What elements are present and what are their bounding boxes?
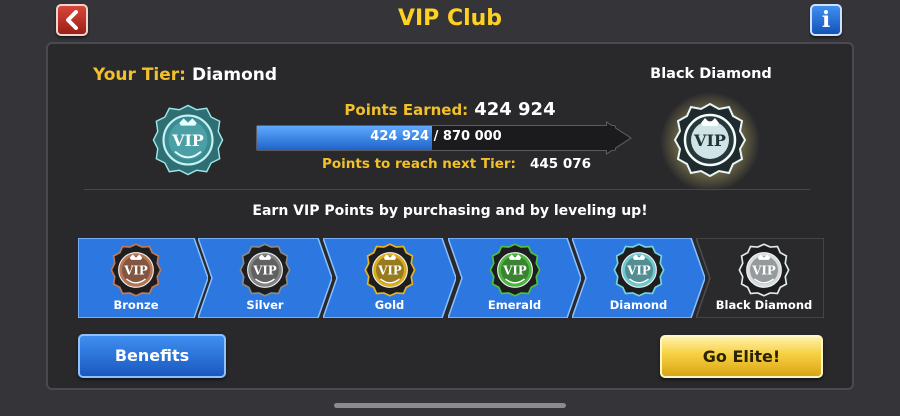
your-tier: Your Tier: Diamond (93, 65, 277, 85)
tier-badge-text: VIP (377, 263, 402, 277)
tier-label: Gold (374, 298, 405, 312)
progress-text: 424 924 / 870 000 (256, 129, 616, 144)
your-tier-label: Your Tier: (93, 65, 186, 85)
tier-label: Silver (246, 298, 284, 312)
tier-badge-text: VIP (502, 263, 527, 277)
points-earned-value: 424 924 (474, 99, 556, 120)
tier-label: Bronze (113, 298, 159, 312)
tier-label: Emerald (487, 298, 542, 312)
tier-black-diamond: VIP Black Diamond (696, 238, 824, 318)
points-earned: Points Earned: 424 924 (300, 99, 600, 120)
earn-points-info: Earn VIP Points by purchasing and by lev… (252, 203, 648, 219)
tier-badge-text: VIP (626, 263, 651, 277)
tier-gold: VIP Gold (323, 238, 456, 318)
next-tier-name: Black Diamond (650, 66, 772, 82)
tier-emerald: VIP Emerald (448, 238, 581, 318)
home-indicator (334, 403, 566, 408)
divider (84, 189, 810, 190)
info-icon: i (821, 7, 831, 33)
tier-badge-icon: VIP (239, 243, 291, 297)
tier-silver: VIP Silver (198, 238, 332, 318)
tier-badge-text: VIP (123, 263, 148, 277)
tier-progression: VIP Bronze VIP Silver VIP Gold VIP Emerald VIP Di… (78, 238, 824, 318)
tier-badge-icon: VIP (738, 243, 790, 297)
tier-badge-icon: VIP (110, 243, 162, 297)
progress-target: 870 000 (442, 129, 502, 144)
info-button[interactable]: i (810, 4, 842, 36)
tier-badge-icon: VIP (488, 243, 541, 297)
points-to-next-tier: Points to reach next Tier: 445 076 (322, 156, 591, 172)
page-title: VIP Club (397, 6, 503, 31)
points-next-value: 445 076 (529, 156, 591, 172)
next-tier-badge-icon: VIP (660, 92, 760, 192)
tier-diamond: VIP Diamond (572, 238, 705, 318)
tier-badge-text: VIP (751, 263, 776, 277)
points-next-label: Points to reach next Tier: (322, 156, 516, 172)
progress-current: 424 924 (370, 129, 430, 144)
tier-badge-icon: VIP (363, 243, 416, 297)
tier-badge-text: VIP (252, 263, 277, 277)
progress-separator: / (429, 129, 443, 144)
tier-bronze: VIP Bronze (78, 238, 208, 318)
next-badge-text: VIP (693, 131, 726, 150)
your-tier-value: Diamond (191, 65, 278, 85)
go-elite-button[interactable]: Go Elite! (660, 335, 823, 378)
points-progress-bar: 424 924 / 870 000 (256, 121, 632, 155)
points-earned-label: Points Earned: (344, 101, 469, 119)
tier-label: Black Diamond (715, 298, 813, 312)
current-tier-badge-icon: VIP (152, 104, 224, 176)
current-badge-text: VIP (171, 131, 204, 150)
tier-badge-icon: VIP (612, 243, 665, 297)
tier-label: Diamond (609, 298, 668, 312)
benefits-button[interactable]: Benefits (78, 334, 226, 378)
